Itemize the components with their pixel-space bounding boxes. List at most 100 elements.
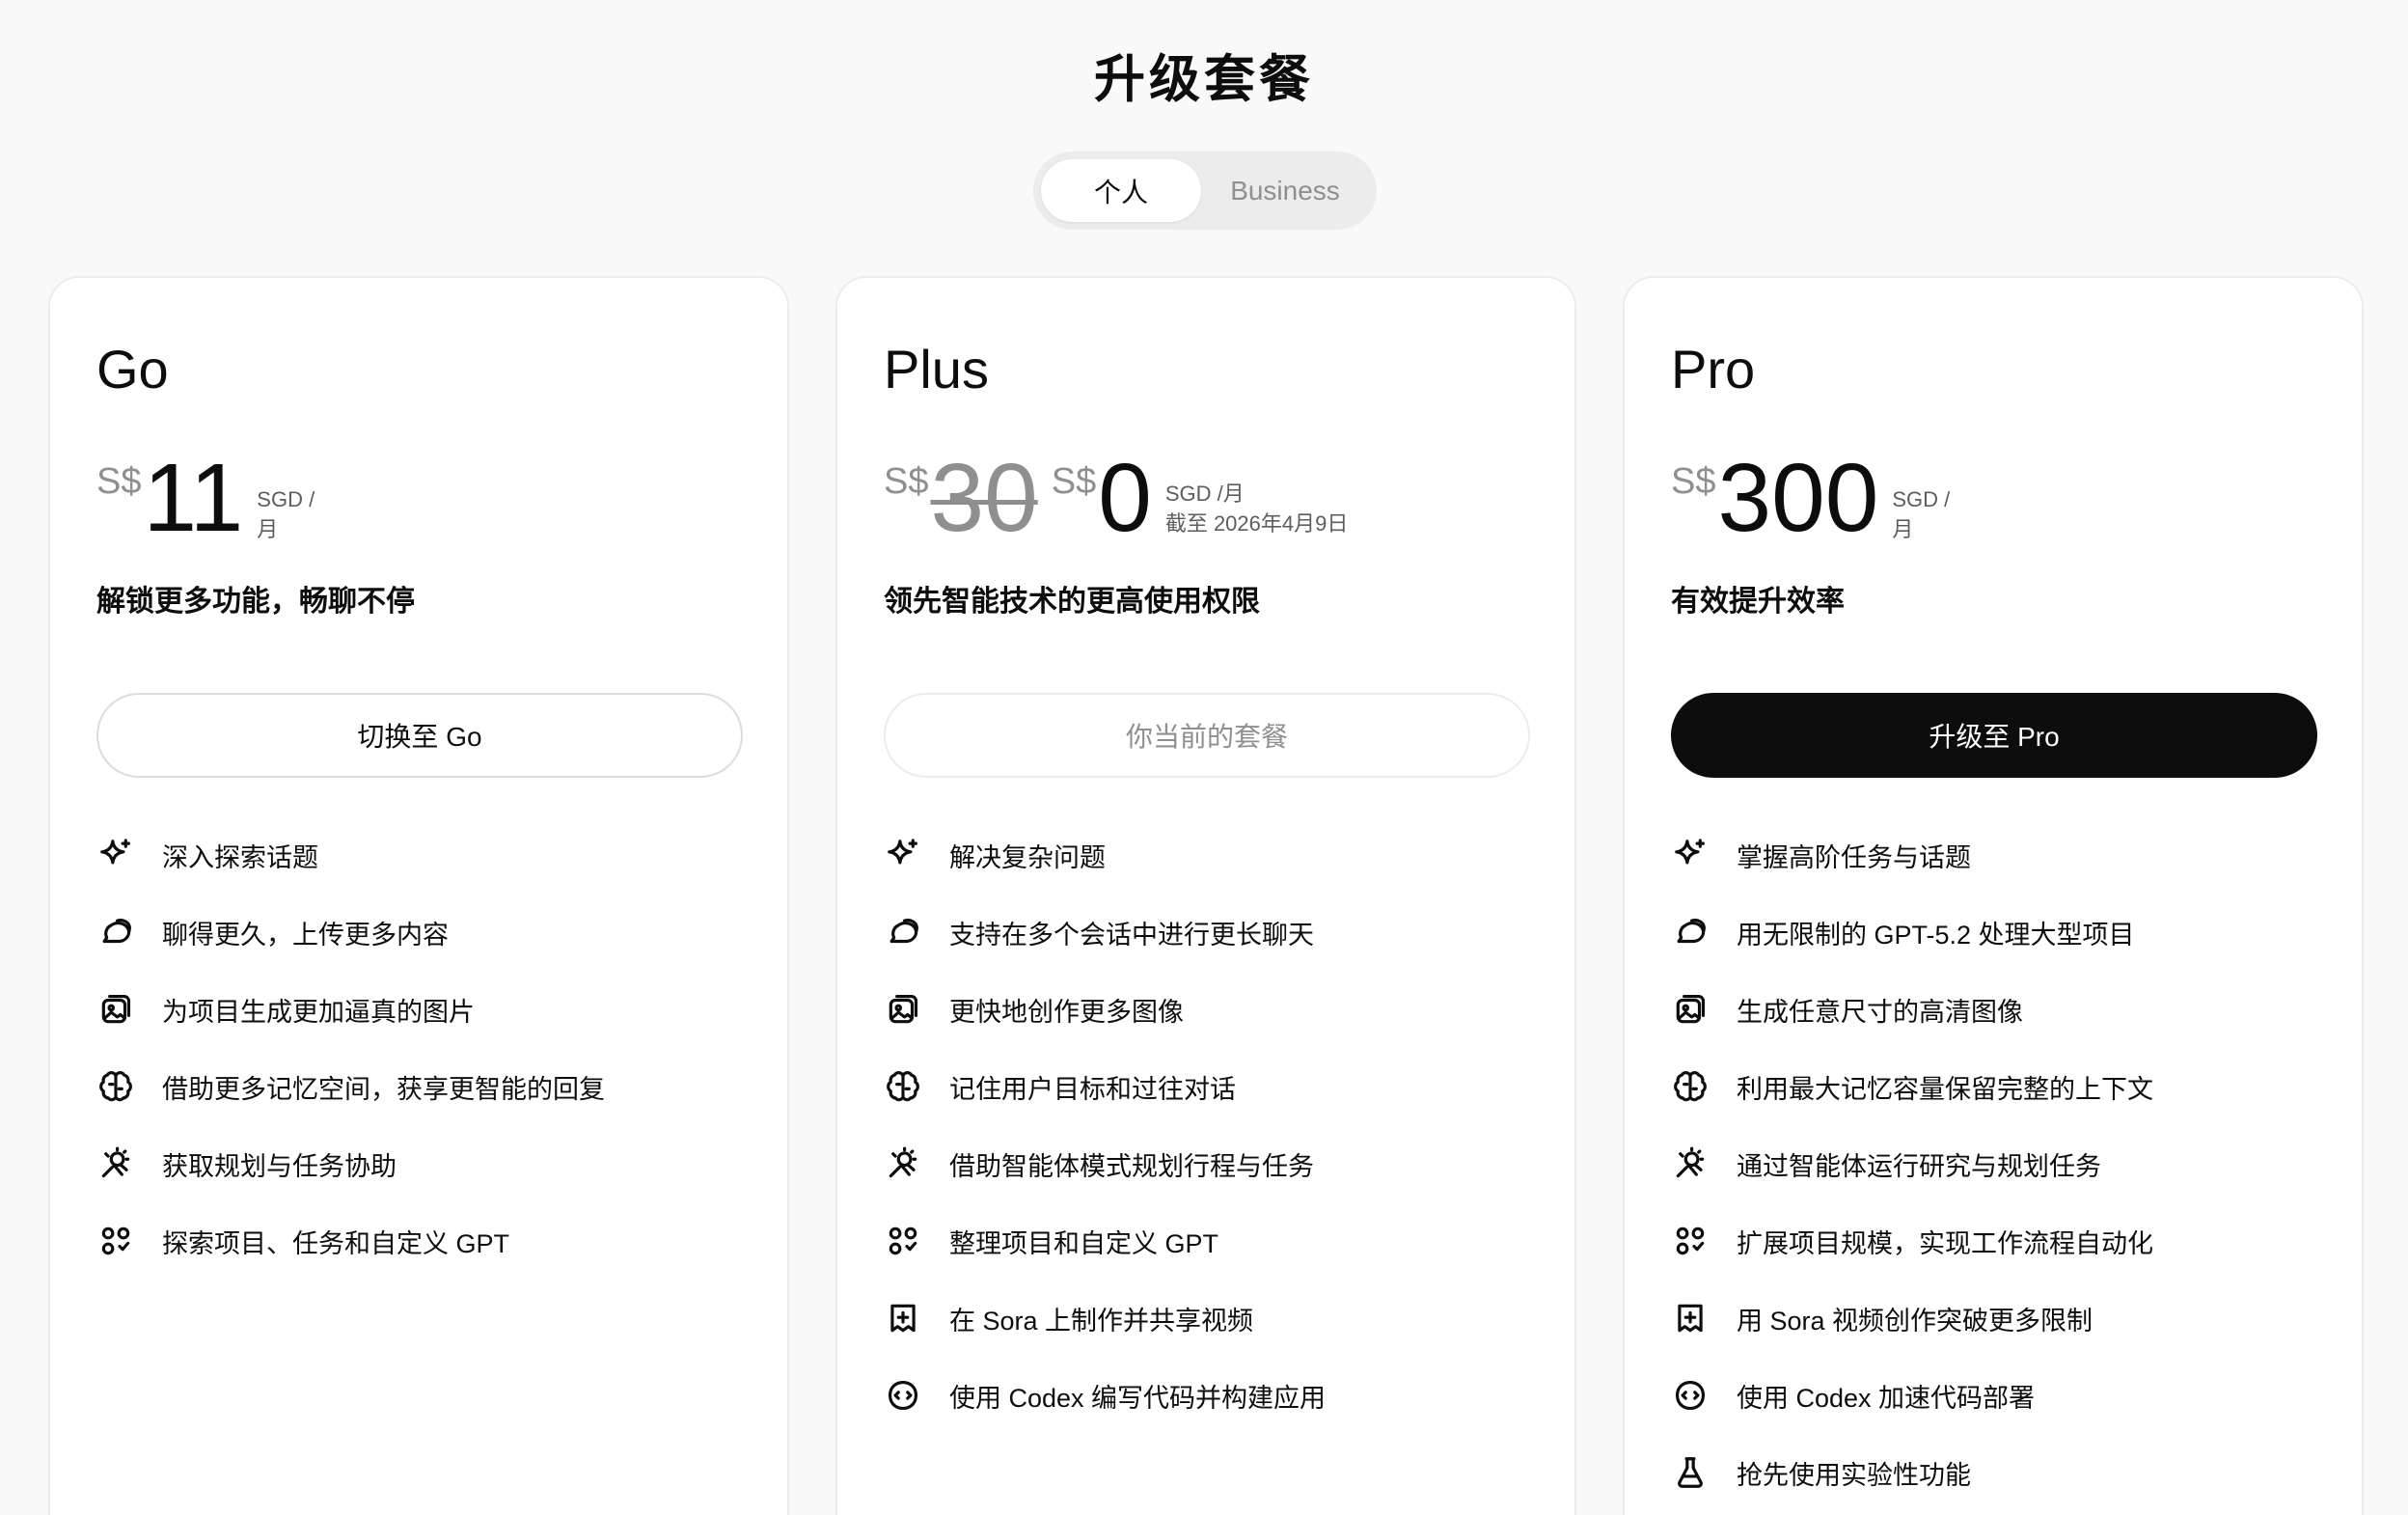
price-row: S$ 11 SGD / 月 [96,450,315,546]
feature-item: 探索项目、任务和自定义 GPT [96,1202,605,1280]
plan-tagline: 有效提升效率 [1671,586,1845,618]
feature-item: 用 Sora 视频创作突破更多限制 [1671,1280,2153,1357]
plan-tagline: 解锁更多功能，畅聊不停 [96,586,415,618]
feature-item: 通过智能体运行研究与规划任务 [1671,1125,2153,1202]
feature-item: 为项目生成更加逼真的图片 [96,971,605,1048]
feature-item: 掌握高阶任务与话题 [1671,816,2153,894]
feature-text: 使用 Codex 编写代码并构建应用 [949,1383,1327,1413]
apps-icon [884,1222,922,1260]
toggle-business[interactable]: Business [1201,159,1369,222]
feature-item: 获取规划与任务协助 [96,1125,605,1202]
feature-text: 获取规划与任务协助 [162,1151,397,1181]
price-unit-line2: 月 [1892,517,1914,541]
price-unit: SGD /月 截至 2026年4月9日 [1165,479,1349,538]
feature-text: 利用最大记忆容量保留完整的上下文 [1737,1074,2153,1104]
feature-text: 在 Sora 上制作并共享视频 [949,1306,1254,1336]
brain-icon [1671,1067,1710,1106]
feature-text: 整理项目和自定义 GPT [949,1228,1219,1258]
feature-item: 聊得更久，上传更多内容 [96,894,605,971]
feature-text: 用无限制的 GPT-5.2 处理大型项目 [1737,920,2135,950]
price-amount: 300 [1717,444,1879,552]
currency-symbol: S$ [1051,461,1097,502]
feature-text: 生成任意尺寸的高清图像 [1737,997,2023,1027]
price-unit-line1: SGD / [257,487,315,511]
price-unit-line1: SGD /月 [1164,482,1245,506]
feature-text: 借助智能体模式规划行程与任务 [949,1151,1314,1181]
price-unit-line2: 月 [257,517,279,541]
feature-item: 使用 Codex 编写代码并构建应用 [884,1357,1326,1434]
apps-icon [1671,1222,1710,1260]
feature-item: 深入探索话题 [96,816,605,894]
price-amount: 11 [143,444,244,552]
chat-bubbles-icon [884,913,922,951]
feature-item: 更快地创作更多图像 [884,971,1326,1048]
feature-item: 抢先使用实验性功能 [1671,1434,2153,1511]
upgrade-to-pro-button[interactable]: 升级至 Pro [1671,693,2317,778]
image-icon [96,990,135,1029]
feature-list: 解决复杂问题 支持在多个会话中进行更长聊天 更快地创作更多图像 记住用户目标和过… [884,816,1326,1434]
plan-card-go: Go S$ 11 SGD / 月 解锁更多功能，畅聊不停 切换至 Go 深入探索… [48,276,789,1515]
plan-type-toggle: 个人 Business [1033,152,1377,230]
price-amount: 0 [1098,444,1152,552]
current-plan-button[interactable]: 你当前的套餐 [884,693,1530,778]
plan-name: Plus [884,339,989,399]
feature-item: 支持在多个会话中进行更长聊天 [884,894,1326,971]
agent-icon [884,1144,922,1183]
agent-icon [1671,1144,1710,1183]
price-unit: SGD / 月 [1892,484,1950,544]
currency-symbol: S$ [96,461,142,502]
chat-bubbles-icon [96,913,135,951]
price-row: S$ 30 S$ 0 SGD /月 截至 2026年4月9日 [884,450,1348,546]
feature-text: 解决复杂问题 [949,842,1106,872]
brain-icon [884,1067,922,1106]
price-unit-line2: 截至 2026年4月9日 [1164,511,1349,536]
feature-text: 通过智能体运行研究与规划任务 [1737,1151,2101,1181]
apps-icon [96,1222,135,1260]
feature-text: 记住用户目标和过往对话 [949,1074,1236,1104]
feature-text: 探索项目、任务和自定义 GPT [162,1228,510,1258]
feature-item: 在 Sora 上制作并共享视频 [884,1280,1326,1357]
price-unit: SGD / 月 [257,484,315,544]
plan-card-pro: Pro S$ 300 SGD / 月 有效提升效率 升级至 Pro 掌握高阶任务… [1623,276,2364,1515]
feature-text: 掌握高阶任务与话题 [1737,842,1971,872]
plan-card-plus: Plus S$ 30 S$ 0 SGD /月 截至 2026年4月9日 领先智能… [835,276,1576,1515]
feature-text: 抢先使用实验性功能 [1737,1460,1971,1490]
feature-text: 借助更多记忆空间，获享更智能的回复 [162,1074,605,1104]
price-row: S$ 300 SGD / 月 [1671,450,1950,546]
feature-item: 生成任意尺寸的高清图像 [1671,971,2153,1048]
toggle-personal[interactable]: 个人 [1041,159,1201,222]
feature-text: 扩展项目规模，实现工作流程自动化 [1737,1228,2153,1258]
plan-tagline: 领先智能技术的更高使用权限 [884,586,1260,618]
feature-item: 解决复杂问题 [884,816,1326,894]
flask-icon [1671,1453,1710,1492]
feature-text: 深入探索话题 [162,842,318,872]
switch-to-go-button[interactable]: 切换至 Go [96,693,743,778]
feature-text: 更快地创作更多图像 [949,997,1184,1027]
sparkle-icon [884,836,922,874]
brain-icon [96,1067,135,1106]
feature-list: 掌握高阶任务与话题 用无限制的 GPT-5.2 处理大型项目 生成任意尺寸的高清… [1671,816,2153,1511]
plan-name: Pro [1671,339,1756,399]
feature-item: 扩展项目规模，实现工作流程自动化 [1671,1202,2153,1280]
chat-bubbles-icon [1671,913,1710,951]
image-icon [884,990,922,1029]
sparkle-icon [96,836,135,874]
codex-icon [884,1376,922,1415]
feature-text: 为项目生成更加逼真的图片 [162,997,475,1027]
feature-text: 支持在多个会话中进行更长聊天 [949,920,1314,950]
sora-icon [884,1299,922,1337]
sparkle-icon [1671,836,1710,874]
sora-icon [1671,1299,1710,1337]
feature-item: 整理项目和自定义 GPT [884,1202,1326,1280]
page-title: 升级套餐 [1094,51,1314,108]
feature-list: 深入探索话题 聊得更久，上传更多内容 为项目生成更加逼真的图片 借助更多记忆空间… [96,816,605,1280]
codex-icon [1671,1376,1710,1415]
feature-item: 借助智能体模式规划行程与任务 [884,1125,1326,1202]
feature-text: 用 Sora 视频创作突破更多限制 [1737,1306,2093,1336]
feature-item: 借助更多记忆空间，获享更智能的回复 [96,1048,605,1125]
feature-text: 聊得更久，上传更多内容 [162,920,449,950]
feature-item: 记住用户目标和过往对话 [884,1048,1326,1125]
plan-name: Go [96,339,169,399]
feature-text: 使用 Codex 加速代码部署 [1737,1383,2036,1413]
image-icon [1671,990,1710,1029]
